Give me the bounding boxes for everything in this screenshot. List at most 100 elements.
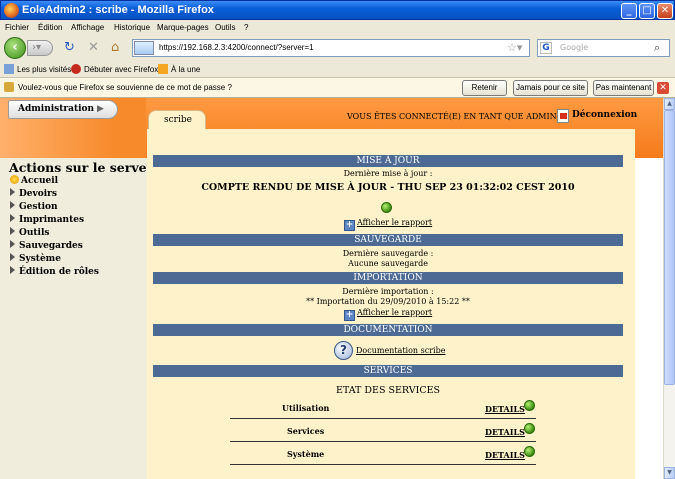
never-for-site-button[interactable]: Jamais pour ce site	[513, 80, 588, 96]
bookmark-getting-started[interactable]: Débuter avec Firefox	[71, 64, 158, 74]
url-bar[interactable]: https://192.168.2.3:4200/connect/?server…	[132, 39, 530, 57]
stop-icon[interactable]: ✕	[88, 40, 99, 56]
minimize-button[interactable]: _	[621, 3, 637, 19]
scroll-down-icon[interactable]: ▼	[664, 467, 675, 479]
sidebar-title: Actions sur le serveur	[9, 160, 163, 175]
url-input[interactable]: https://192.168.2.3:4200/connect/?server…	[159, 43, 314, 52]
menu-help[interactable]: ?	[244, 23, 248, 32]
forward-button[interactable]: ›▾	[27, 40, 53, 56]
section-import-header: IMPORTATION	[153, 272, 623, 284]
sidebar-item-sauvegardes[interactable]: Sauvegardes	[10, 240, 83, 251]
site-identity-icon[interactable]	[134, 41, 154, 55]
arrow-right-icon: ▶	[97, 104, 104, 114]
search-input[interactable]: Google	[560, 43, 588, 52]
service-status-icon	[524, 400, 535, 411]
bookmark-star-icon[interactable]: ☆▾	[507, 41, 522, 54]
bookmarks-toolbar: Les plus visités Débuter avec Firefox À …	[0, 61, 675, 78]
sidebar-item-accueil[interactable]: Accueil	[10, 175, 58, 186]
menu-edition[interactable]: Édition	[38, 23, 62, 32]
password-notification-bar: Voulez-vous que Firefox se souvienne de …	[0, 78, 675, 98]
triangle-right-icon	[10, 188, 15, 196]
service-details-link[interactable]: DETAILS	[485, 404, 525, 414]
section-services-header: SERVICES	[153, 365, 623, 377]
update-report-title: COMPTE RENDU DE MISE À JOUR - THU SEP 23…	[201, 182, 575, 193]
main-content: MISE À JOUR Dernière mise à jour : COMPT…	[147, 129, 635, 479]
service-status-icon	[524, 446, 535, 457]
search-icon[interactable]: ⌕	[654, 41, 660, 55]
window-title: EoleAdmin2 : scribe - Mozilla Firefox	[22, 4, 214, 16]
triangle-right-icon	[10, 227, 15, 235]
window-titlebar: EoleAdmin2 : scribe - Mozilla Firefox _ …	[0, 0, 675, 20]
last-update-label: Dernière mise à jour :	[343, 169, 433, 178]
service-name: Utilisation	[282, 403, 330, 413]
menu-historique[interactable]: Historique	[114, 23, 150, 32]
section-update-header: MISE À JOUR	[153, 155, 623, 167]
logout-link[interactable]: Déconnexion	[572, 110, 637, 120]
last-import-label: Dernière importation :	[342, 287, 434, 296]
bookmark-most-visited[interactable]: Les plus visités	[4, 64, 71, 74]
import-report-link[interactable]: + Afficher le rapport	[344, 308, 432, 321]
administration-label: Administration	[18, 104, 95, 114]
menu-bar: Fichier Édition Affichage Historique Mar…	[0, 20, 675, 36]
home-sun-icon	[10, 175, 19, 184]
plus-icon: +	[344, 220, 355, 231]
logout-icon[interactable]	[557, 109, 569, 123]
menu-outils[interactable]: Outils	[215, 23, 235, 32]
services-status-title: ETAT DES SERVICES	[335, 385, 441, 396]
sidebar-item-outils[interactable]: Outils	[10, 227, 49, 238]
menu-affichage[interactable]: Affichage	[71, 23, 104, 32]
back-button[interactable]: ‹	[4, 37, 26, 59]
sidebar-item-edition-roles[interactable]: Édition de rôles	[10, 266, 99, 277]
triangle-right-icon	[10, 266, 15, 274]
google-engine-icon[interactable]: G	[540, 42, 552, 54]
sidebar-item-imprimantes[interactable]: Imprimantes	[10, 214, 84, 225]
update-report-link[interactable]: + Afficher le rapport	[344, 218, 432, 231]
vertical-scrollbar[interactable]: ▲ ▼	[663, 98, 675, 479]
firefox-bookmark-icon	[71, 64, 81, 74]
service-name: Services	[287, 426, 325, 436]
service-name: Système	[287, 449, 325, 459]
section-documentation-header: DOCUMENTATION	[153, 324, 623, 336]
firefox-icon	[4, 3, 19, 18]
navigation-toolbar: ‹ ›▾ ↻ ✕ ⌂ https://192.168.2.3:4200/conn…	[0, 36, 675, 60]
documentation-link[interactable]: Documentation scribe	[356, 346, 445, 355]
connected-as-text: VOUS ÊTES CONNECTÉ(E) EN TANT QUE ADMIN	[347, 112, 557, 121]
service-details-link[interactable]: DETAILS	[485, 450, 525, 460]
triangle-right-icon	[10, 240, 15, 248]
last-backup-label: Dernière sauvegarde :	[342, 249, 434, 258]
search-bar[interactable]: G Google ⌕	[537, 39, 670, 57]
close-notification-icon[interactable]: ✕	[657, 82, 669, 94]
update-status-icon	[381, 202, 392, 213]
service-details-link[interactable]: DETAILS	[485, 427, 525, 437]
home-icon[interactable]: ⌂	[111, 40, 119, 56]
bookmark-headlines[interactable]: À la une	[158, 64, 200, 74]
menu-fichier[interactable]: Fichier	[5, 23, 29, 32]
scroll-up-icon[interactable]: ▲	[664, 98, 675, 110]
bookmark-folder-icon	[4, 64, 14, 74]
triangle-right-icon	[10, 214, 15, 222]
server-tab-label: scribe	[164, 115, 192, 125]
menu-marque-pages[interactable]: Marque-pages	[157, 23, 209, 32]
remember-button[interactable]: Retenir	[462, 80, 507, 96]
key-icon	[4, 82, 14, 92]
server-tab-scribe[interactable]: scribe	[148, 110, 206, 130]
close-window-button[interactable]: ✕	[657, 3, 673, 19]
scroll-thumb[interactable]	[664, 110, 675, 385]
reload-icon[interactable]: ↻	[64, 40, 75, 56]
triangle-right-icon	[10, 201, 15, 209]
sidebar-item-systeme[interactable]: Système	[10, 253, 61, 264]
maximize-button[interactable]: □	[639, 3, 655, 19]
service-row-systeme: Système DETAILS	[230, 443, 536, 465]
last-backup-value: Aucune sauvegarde	[348, 259, 428, 268]
page-viewport: Administration ▶ scribe VOUS ÊTES CONNEC…	[0, 98, 675, 479]
sidebar-item-gestion[interactable]: Gestion	[10, 201, 58, 212]
administration-tab[interactable]: Administration ▶	[8, 100, 118, 119]
help-icon[interactable]: ?	[334, 341, 353, 360]
plus-icon: +	[344, 310, 355, 321]
service-row-utilisation: Utilisation DETAILS	[230, 397, 536, 419]
not-now-button[interactable]: Pas maintenant	[593, 80, 654, 96]
sidebar-item-devoirs[interactable]: Devoirs	[10, 188, 57, 199]
password-message: Voulez-vous que Firefox se souvienne de …	[18, 83, 232, 92]
service-status-icon	[524, 423, 535, 434]
service-row-services: Services DETAILS	[230, 420, 536, 442]
